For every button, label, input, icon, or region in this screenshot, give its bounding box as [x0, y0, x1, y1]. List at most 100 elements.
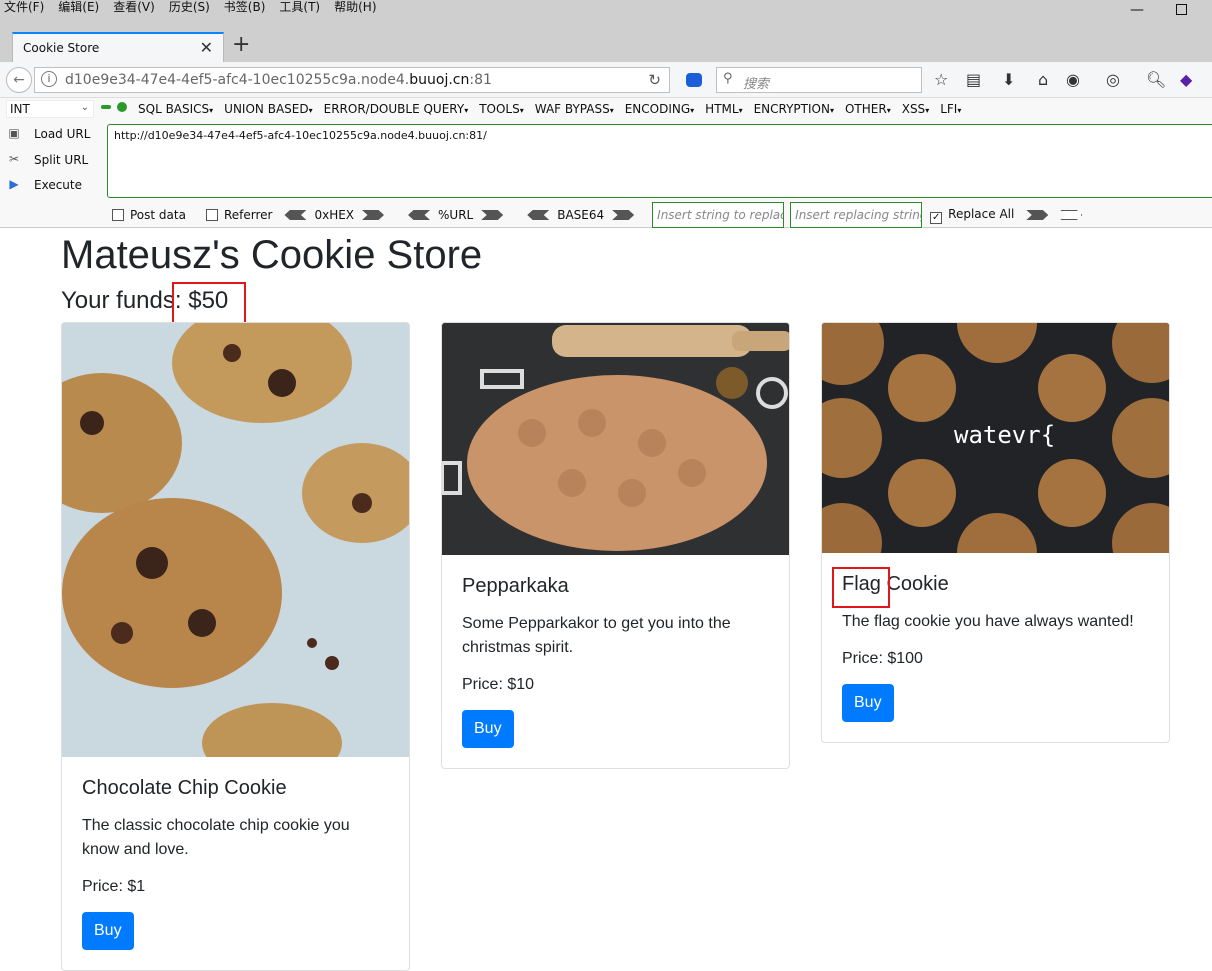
search-icon: ⚲ — [723, 71, 733, 86]
store-page: Mateusz's Cookie Store Your funds: $50 C… — [0, 229, 1212, 971]
execute-button[interactable]: ▶ Execute — [6, 175, 82, 195]
url-encode-icon[interactable] — [481, 210, 504, 220]
flag-image-text: watevr{ — [954, 421, 1056, 449]
plus-icon[interactable] — [117, 102, 127, 112]
url-text: d10e9e34-47e4-4ef5-afc4-10ec10255c9a.nod… — [65, 72, 492, 88]
product-card: Chocolate Chip Cookie The classic chocol… — [61, 322, 410, 971]
menu-view[interactable]: 查看(V) — [113, 0, 155, 14]
library-icon[interactable]: ▤ — [966, 70, 981, 89]
nav-bar: ← i d10e9e34-47e4-4ef5-afc4-10ec10255c9a… — [0, 62, 1212, 98]
address-bar[interactable]: i d10e9e34-47e4-4ef5-afc4-10ec10255c9a.n… — [34, 67, 670, 93]
menu-encryption[interactable]: ENCRYPTION — [754, 102, 834, 116]
load-url-icon: ▣ — [8, 126, 20, 140]
split-url-button[interactable]: ✂ Split URL — [6, 150, 88, 170]
replace-all-checkbox[interactable]: ✓ Replace All — [930, 207, 1014, 224]
execute-label: Execute — [34, 178, 82, 192]
type-select-value: INT — [10, 102, 30, 116]
close-icon[interactable]: ✕ — [200, 38, 213, 57]
extension-icon[interactable] — [686, 73, 702, 87]
replace-string-input[interactable]: Insert string to replace — [652, 202, 785, 228]
chocolate-chip-cookie-image — [62, 323, 409, 757]
hex-encode-icon[interactable] — [362, 210, 385, 220]
replacing-string-input[interactable]: Insert replacing string — [790, 202, 923, 228]
play-icon: ▶ — [9, 177, 19, 191]
menu-help[interactable]: 帮助(H) — [334, 0, 376, 14]
menu-tools[interactable]: 工具(T) — [279, 0, 320, 14]
menu-edit[interactable]: 编辑(E) — [58, 0, 99, 14]
load-url-label: Load URL — [34, 127, 91, 141]
split-url-label: Split URL — [34, 153, 89, 167]
funds-label: Your funds: — [61, 287, 182, 314]
maximize-icon[interactable] — [1176, 4, 1187, 15]
funds-highlight-box — [172, 282, 246, 327]
menu-other[interactable]: OTHER — [845, 102, 891, 116]
reload-icon[interactable]: ↻ — [648, 71, 661, 89]
base64-decode-icon[interactable] — [527, 210, 550, 220]
chevron-down-icon: ⌄ — [80, 102, 89, 113]
star-icon[interactable]: ☆ — [934, 70, 948, 89]
tab-title: Cookie Store — [23, 41, 100, 55]
menu-sql-basics[interactable]: SQL BASICS — [138, 102, 213, 116]
base64-label: BASE64 — [557, 208, 605, 222]
menu-union-based[interactable]: UNION BASED — [224, 102, 312, 116]
buy-button[interactable]: Buy — [82, 912, 134, 950]
replace-right-icon[interactable] — [1060, 210, 1083, 220]
product-name: Chocolate Chip Cookie — [82, 777, 287, 799]
url-decode-icon[interactable] — [408, 210, 431, 220]
product-description: The flag cookie you have always wanted! — [842, 613, 1134, 630]
product-card: Pepparkaka Some Pepparkakor to get you i… — [441, 322, 790, 769]
scissors-icon: ✂ — [8, 152, 20, 166]
page-title: Mateusz's Cookie Store — [61, 233, 483, 277]
product-price: Price: $10 — [462, 676, 535, 693]
post-data-checkbox[interactable]: Post data — [112, 208, 186, 222]
hackbar-icon[interactable]: ◆ — [1180, 70, 1192, 89]
menu-history[interactable]: 历史(S) — [169, 0, 210, 14]
search-input[interactable]: ⚲ 搜索 — [716, 67, 922, 93]
buy-button[interactable]: Buy — [462, 710, 514, 748]
card-body: Chocolate Chip Cookie The classic chocol… — [62, 757, 409, 970]
hackbar-menu-items: SQL BASICS UNION BASED ERROR/DOUBLE QUER… — [138, 102, 961, 116]
load-url-button[interactable]: ▣ Load URL — [6, 124, 90, 144]
hex-label: 0xHEX — [314, 208, 355, 222]
referrer-checkbox[interactable]: Referrer — [205, 208, 272, 222]
globe-icon[interactable]: ◉ — [1066, 70, 1080, 89]
hex-decode-icon[interactable] — [284, 210, 307, 220]
menu-file[interactable]: 文件(F) — [4, 0, 44, 14]
replace-left-icon[interactable] — [1026, 210, 1049, 220]
menu-error-double-query[interactable]: ERROR/DOUBLE QUERY — [324, 102, 469, 116]
pepparkaka-image — [442, 323, 789, 555]
menu-bar: 文件(F) 编辑(E) 查看(V) 历史(S) 书签(B) 工具(T) 帮助(H… — [0, 0, 1212, 28]
minus-icon[interactable] — [101, 105, 111, 109]
buy-button[interactable]: Buy — [842, 684, 894, 722]
url-label: %URL — [438, 208, 474, 222]
magnifier-icon[interactable]: 🔍︎ — [1146, 70, 1166, 89]
base64-encode-icon[interactable] — [612, 210, 635, 220]
flag-cookie-image: watevr{ — [822, 323, 1169, 553]
product-name: Pepparkaka — [462, 575, 569, 597]
info-icon[interactable]: i — [41, 71, 57, 87]
sync-icon[interactable]: ◎ — [1106, 70, 1120, 89]
tab-strip: Cookie Store ✕ + — [0, 28, 1212, 62]
menu-xss[interactable]: XSS — [902, 102, 929, 116]
home-icon[interactable]: ⌂ — [1038, 70, 1048, 89]
menu-encoding[interactable]: ENCODING — [625, 102, 694, 116]
menu-lfi[interactable]: LFI — [940, 102, 961, 116]
card-body: Pepparkaka Some Pepparkakor to get you i… — [442, 555, 789, 768]
product-description: The classic chocolate chip cookie you kn… — [82, 817, 350, 858]
hackbar-options: Post data Referrer 0xHEX %URL BASE64 Ins… — [112, 202, 1083, 228]
hackbar-panel: ▣ Load URL ✂ Split URL ▶ Execute http://… — [0, 122, 1212, 228]
new-tab-icon[interactable]: + — [232, 32, 250, 58]
hackbar-menu: INT ⌄ SQL BASICS UNION BASED ERROR/DOUBL… — [0, 98, 1212, 122]
url-textarea[interactable]: http://d10e9e34-47e4-4ef5-afc4-10ec10255… — [107, 124, 1212, 198]
tab-cookie-store[interactable]: Cookie Store ✕ — [12, 32, 224, 62]
product-card: watevr{ Flag Cookie The flag cookie you … — [821, 322, 1170, 743]
minimize-icon[interactable]: — — [1130, 2, 1144, 18]
menu-bookmarks[interactable]: 书签(B) — [224, 0, 266, 14]
type-select[interactable]: INT ⌄ — [6, 100, 94, 118]
menu-waf-bypass[interactable]: WAF BYPASS — [535, 102, 614, 116]
menu-html[interactable]: HTML — [705, 102, 742, 116]
search-placeholder: 搜索 — [743, 77, 770, 92]
menu-tools[interactable]: TOOLS — [479, 102, 524, 116]
back-icon[interactable]: ← — [6, 67, 32, 93]
download-icon[interactable]: ⬇ — [1002, 70, 1015, 89]
